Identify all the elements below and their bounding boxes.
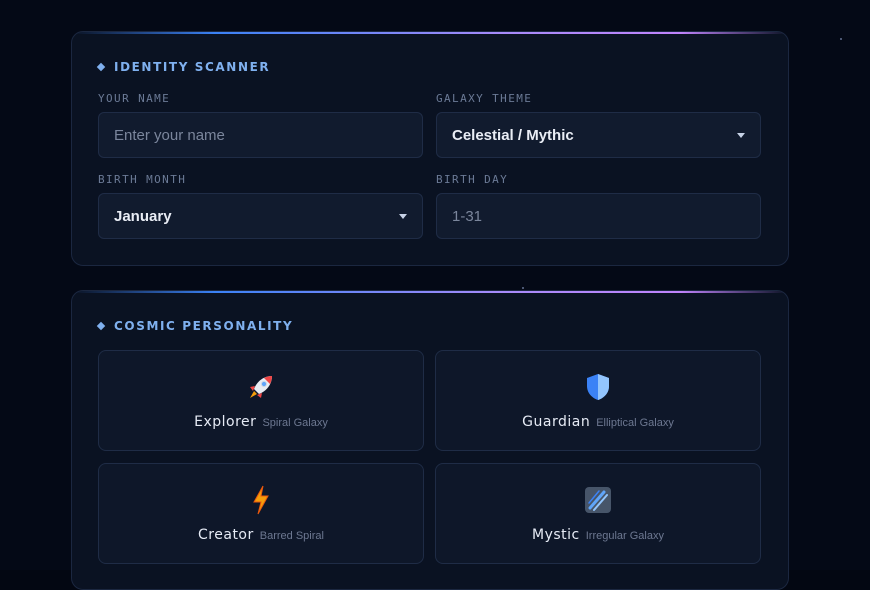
- birth-month-value: January: [114, 208, 399, 225]
- personality-name: Creator: [198, 527, 254, 543]
- identity-scanner-title-text: IDENTITY SCANNER: [114, 60, 270, 74]
- chevron-down-icon: [399, 214, 407, 219]
- name-field[interactable]: [98, 112, 423, 158]
- personality-name: Mystic: [532, 527, 580, 543]
- birth-day-input[interactable]: [452, 208, 745, 225]
- personality-galaxy-type: Barred Spiral: [260, 530, 324, 542]
- galaxy-theme-value: Celestial / Mythic: [452, 127, 737, 144]
- personality-galaxy-type: Elliptical Galaxy: [596, 417, 674, 429]
- personality-option-guardian[interactable]: Guardian Elliptical Galaxy: [435, 350, 761, 451]
- personality-option-creator[interactable]: Creator Barred Spiral: [98, 463, 424, 564]
- lightning-icon: [251, 485, 271, 515]
- star: [840, 38, 842, 40]
- personality-galaxy-type: Spiral Galaxy: [262, 417, 327, 429]
- cosmic-personality-title: COSMIC PERSONALITY: [98, 319, 293, 333]
- birth-month-label: BIRTH MONTH: [98, 173, 186, 186]
- personality-option-explorer[interactable]: Explorer Spiral Galaxy: [98, 350, 424, 451]
- identity-scanner-title: IDENTITY SCANNER: [98, 60, 270, 74]
- cosmic-personality-panel: COSMIC PERSONALITY Explorer Spiral Galax…: [71, 290, 789, 590]
- diamond-icon: [97, 322, 105, 330]
- shield-icon: [584, 372, 612, 402]
- birth-day-field[interactable]: [436, 193, 761, 239]
- identity-scanner-panel: IDENTITY SCANNER YOUR NAME GALAXY THEME …: [71, 31, 789, 266]
- chevron-down-icon: [737, 133, 745, 138]
- star: [522, 287, 524, 289]
- personality-name: Guardian: [522, 414, 590, 430]
- personality-name: Explorer: [194, 414, 256, 430]
- galaxy-theme-select[interactable]: Celestial / Mythic: [436, 112, 761, 158]
- cosmic-personality-title-text: COSMIC PERSONALITY: [114, 319, 293, 333]
- personality-option-mystic[interactable]: Mystic Irregular Galaxy: [435, 463, 761, 564]
- diamond-icon: [97, 63, 105, 71]
- birth-month-select[interactable]: January: [98, 193, 423, 239]
- rocket-icon: [246, 372, 276, 402]
- name-input[interactable]: [114, 127, 407, 144]
- personality-galaxy-type: Irregular Galaxy: [586, 530, 664, 542]
- name-label: YOUR NAME: [98, 92, 170, 105]
- birth-day-label: BIRTH DAY: [436, 173, 508, 186]
- comet-icon: [584, 485, 612, 515]
- galaxy-theme-label: GALAXY THEME: [436, 92, 532, 105]
